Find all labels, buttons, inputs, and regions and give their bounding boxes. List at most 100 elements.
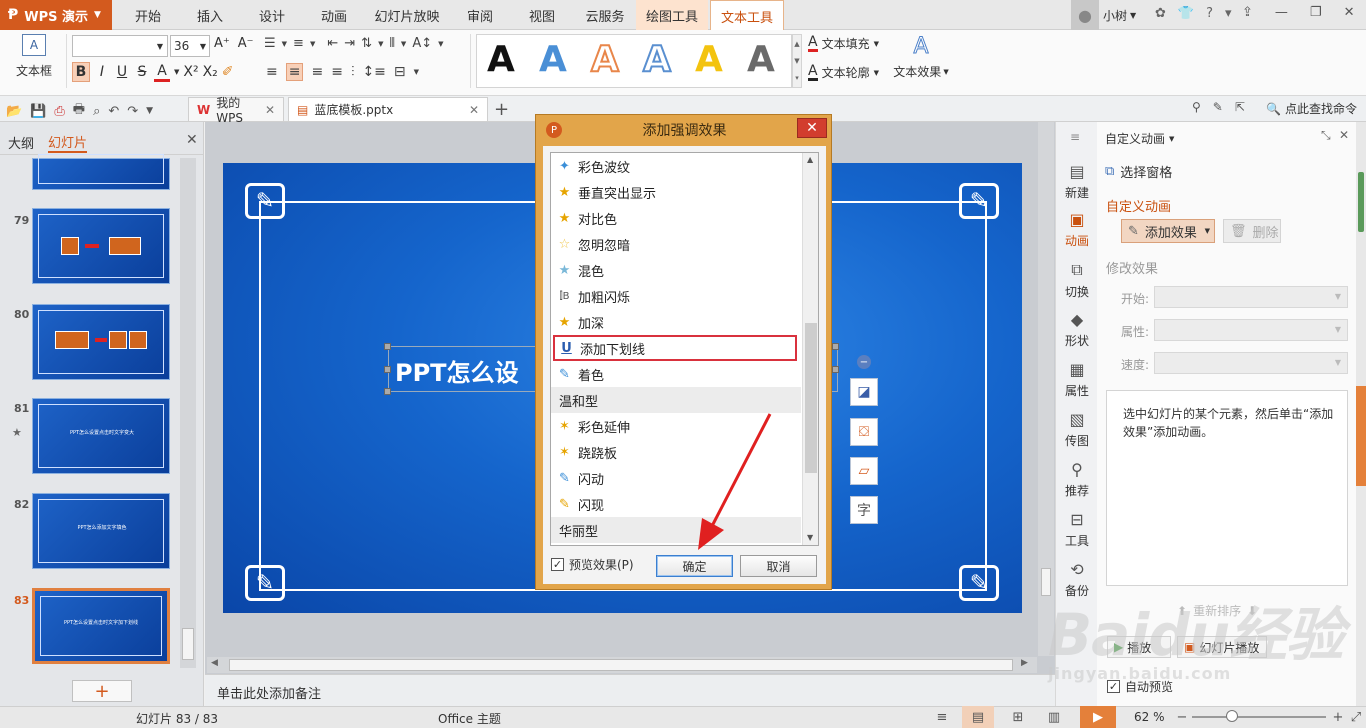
list-item[interactable]: ★ 垂直突出显示 <box>551 179 801 205</box>
resize-handle[interactable] <box>832 366 839 373</box>
menu-cloud[interactable]: 云服务 <box>580 0 630 30</box>
menu-home[interactable]: 开始 <box>128 0 168 30</box>
columns-icon[interactable]: ⫴ <box>389 36 394 51</box>
collapse-icon[interactable]: ⇱ <box>1235 100 1245 114</box>
resize-handle[interactable] <box>384 366 391 373</box>
skin-icon[interactable]: ✿ <box>1155 6 1166 21</box>
sidebar-item-shape[interactable]: ◆ 形状 <box>1056 310 1098 349</box>
wordart-style-gray[interactable]: A <box>747 39 775 80</box>
notes-toggle-icon[interactable]: ≡ <box>930 706 954 728</box>
help-icon[interactable]: ? <box>1206 6 1213 21</box>
list-item[interactable]: ✦ 彩色波纹 <box>551 153 801 179</box>
italic-button[interactable]: I <box>94 64 110 80</box>
save-icon[interactable]: 💾 <box>30 104 46 119</box>
pane-expand-tab[interactable] <box>1356 386 1366 486</box>
wordart-style-blue[interactable]: A <box>539 39 567 80</box>
property-select[interactable]: ▼ <box>1154 319 1348 341</box>
undo-icon[interactable]: ↶ <box>108 104 119 119</box>
zoom-slider-thumb[interactable] <box>1226 710 1238 722</box>
selection-pane-button[interactable]: ⧉ 选择窗格 <box>1105 162 1172 181</box>
slide-thumbnail-selected[interactable]: PPT怎么设置点击时文字加下划线 <box>32 588 170 664</box>
justify-icon[interactable]: ≡ <box>331 64 343 80</box>
close-icon[interactable]: ✕ <box>265 103 275 117</box>
collapse-icon[interactable]: − <box>857 355 871 369</box>
text-outline-button[interactable]: A 文本轮廓 ▼ <box>808 64 879 81</box>
text-effect-button[interactable]: A 文本效果 ▼ <box>890 34 952 88</box>
zoom-slider[interactable] <box>1192 710 1326 722</box>
textbox-button[interactable]: A 文本框 <box>8 34 60 88</box>
user-menu[interactable]: 小树 ▼ <box>1103 7 1136 24</box>
outline-icon[interactable]: ▱ <box>850 457 878 485</box>
app-menu-button[interactable]: Ᵽ WPS 演示 ▼ <box>0 0 112 30</box>
underline-button[interactable]: U <box>114 64 130 80</box>
align-right-icon[interactable]: ≡ <box>311 64 323 80</box>
list-item[interactable]: ★ 混色 <box>551 257 801 283</box>
collapse-icon[interactable]: ⤡ <box>1321 128 1331 143</box>
list-item[interactable]: ⫿B 加粗闪烁 <box>551 283 801 309</box>
delete-button[interactable]: 🗑 删除 <box>1223 219 1281 243</box>
list-item[interactable]: ✎ 着色 <box>551 361 801 387</box>
list-scrollbar[interactable]: ▲ ▼ <box>802 153 818 545</box>
tab-outline[interactable]: 大纲 <box>8 133 34 152</box>
zoom-out-icon[interactable]: − <box>1174 706 1190 728</box>
list-item-selected[interactable]: U 添加下划线 <box>553 335 797 361</box>
outdent-icon[interactable]: ⇤ <box>327 36 338 51</box>
grow-font-icon[interactable]: A⁺ <box>214 36 230 51</box>
strikethrough-button[interactable]: S <box>134 64 150 80</box>
bold-button[interactable]: B <box>72 62 90 82</box>
sorter-view-icon[interactable]: ⊞ <box>1004 706 1032 728</box>
list-item[interactable]: ★ 对比色 <box>551 205 801 231</box>
start-select[interactable]: ▼ <box>1154 286 1348 308</box>
preview-checkbox[interactable]: ✓ 预览效果(P) <box>551 556 634 573</box>
play-slideshow-button[interactable]: ▶ <box>1080 706 1116 728</box>
vertical-align-icon[interactable]: ⊟ <box>394 64 406 80</box>
tab-slides[interactable]: 幻灯片 <box>48 132 88 153</box>
redo-icon[interactable]: ↷ <box>127 104 138 119</box>
export-pdf-icon[interactable]: ⎙ <box>54 104 64 119</box>
resize-handle[interactable] <box>832 343 839 350</box>
menu-drawing-tools[interactable]: 绘图工具 <box>636 0 708 30</box>
tab-document[interactable]: ▤ 蓝底模板.pptx ✕ <box>288 97 488 121</box>
menu-view[interactable]: 视图 <box>522 0 562 30</box>
sidebar-item-recommend[interactable]: ⚲ 推荐 <box>1056 460 1098 499</box>
speed-select[interactable]: ▼ <box>1154 352 1348 374</box>
add-effect-button[interactable]: ✎ 添加效果 ▼ <box>1121 219 1215 243</box>
wordart-style-orange-outline[interactable]: A <box>590 38 620 81</box>
clear-format-icon[interactable]: ✐ <box>222 64 234 80</box>
sidebar-item-upload-image[interactable]: ▧ 传图 <box>1056 410 1098 449</box>
resize-handle[interactable] <box>384 388 391 395</box>
tab-my-wps[interactable]: W 我的WPS ✕ <box>188 96 284 125</box>
font-color-button[interactable]: A <box>154 63 170 82</box>
sidebar-item-tools[interactable]: ⊟ 工具 <box>1056 510 1098 549</box>
shrink-font-icon[interactable]: A⁻ <box>238 36 254 51</box>
slide-thumbnail[interactable] <box>32 208 170 284</box>
wordart-style-black[interactable]: A <box>487 39 515 80</box>
line-spacing-2-icon[interactable]: ↕≡ <box>362 64 385 80</box>
slide-thumbnail[interactable]: PPT怎么添加文字填色 <box>32 493 170 569</box>
line-spacing-icon[interactable]: ⇅ <box>361 36 372 51</box>
notes-pane[interactable]: 单击此处添加备注 <box>205 674 1055 706</box>
chevron-right-icon[interactable]: ▶ <box>1021 658 1028 668</box>
text-fill-button[interactable]: A 文本填充 ▼ <box>808 35 879 52</box>
scrollbar-thumb[interactable] <box>805 323 817 473</box>
slide-thumbnail[interactable] <box>32 304 170 380</box>
shirt-icon[interactable]: 👕 <box>1178 6 1194 21</box>
add-slide-button[interactable]: + <box>72 680 132 702</box>
menu-review[interactable]: 审阅 <box>460 0 500 30</box>
superscript-icon[interactable]: X² <box>183 64 198 80</box>
chevron-left-icon[interactable]: ◀ <box>211 658 218 668</box>
new-tab-button[interactable]: + <box>494 99 509 120</box>
resize-handle[interactable] <box>384 343 391 350</box>
fit-window-icon[interactable]: ⤢ <box>1348 706 1364 728</box>
sidebar-item-new[interactable]: ▤ 新建 <box>1056 162 1098 201</box>
indent-icon[interactable]: ⇥ <box>344 36 355 51</box>
scroll-indicator[interactable] <box>1358 172 1364 232</box>
menu-design[interactable]: 设计 <box>252 0 292 30</box>
close-icon[interactable]: ✕ <box>1339 128 1349 142</box>
close-icon[interactable]: ✕ <box>186 132 198 148</box>
text-format-icon[interactable]: 字 <box>850 496 878 524</box>
shape-style-icon[interactable]: ◪ <box>850 378 878 406</box>
list-item[interactable]: ☆ 忽明忽暗 <box>551 231 801 257</box>
menu-insert[interactable]: 插入 <box>190 0 230 30</box>
open-icon[interactable]: 📂 <box>6 104 22 119</box>
